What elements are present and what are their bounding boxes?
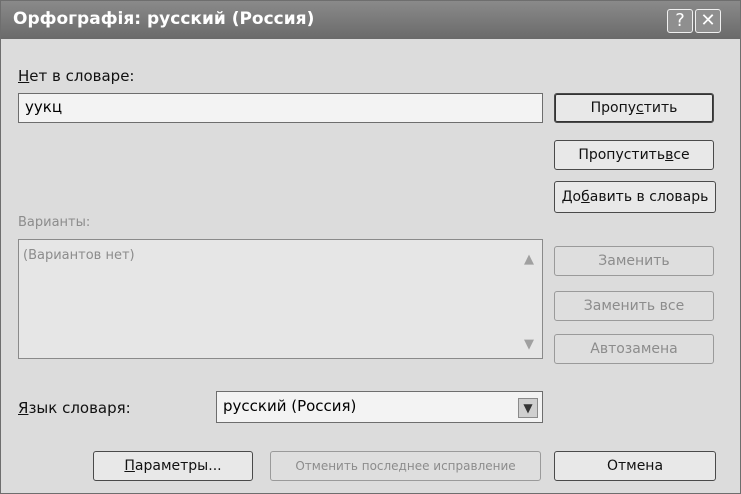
suggestions-label: Варианты: xyxy=(18,215,91,230)
skip-button[interactable]: Пропу с тить xyxy=(554,93,714,123)
language-label: Язык словаря: xyxy=(18,399,131,417)
chevron-down-icon[interactable]: ▼ xyxy=(518,398,538,418)
scroll-up-icon[interactable]: ▲ xyxy=(524,252,534,267)
dialog-title: Орфографія: русский (Россия) xyxy=(13,9,315,29)
replace-button[interactable]: Заменить xyxy=(554,246,714,276)
not-in-dictionary-label: Нет в словаре: xyxy=(18,67,135,85)
title-bar: Орфографія: русский (Россия) ? ✕ xyxy=(1,1,740,39)
language-value: русский (Россия) xyxy=(223,397,357,415)
help-icon[interactable]: ? xyxy=(667,9,693,33)
skip-all-button[interactable]: Пропустить в се xyxy=(554,140,714,170)
add-to-dictionary-button[interactable]: До б авить в словарь xyxy=(554,181,716,213)
undo-last-button[interactable]: Отменить последнее исправление xyxy=(270,451,541,481)
suggestions-empty-text: (Вариантов нет) xyxy=(23,248,135,263)
close-icon[interactable]: ✕ xyxy=(695,9,721,33)
cancel-button[interactable]: Отмена xyxy=(554,451,716,481)
spelling-dialog: Орфографія: русский (Россия) ? ✕ Нет в с… xyxy=(0,0,741,494)
suggestions-list[interactable]: (Вариантов нет) ▲ ▼ xyxy=(18,239,543,359)
options-button[interactable]: Параметры... xyxy=(93,451,253,481)
not-in-dictionary-field[interactable]: уукц xyxy=(18,93,543,123)
language-dropdown[interactable]: русский (Россия) ▼ xyxy=(216,391,543,423)
autocorrect-button[interactable]: Автозамена xyxy=(554,334,714,364)
replace-all-button[interactable]: Заменить все xyxy=(554,291,714,321)
scroll-down-icon[interactable]: ▼ xyxy=(524,337,534,352)
misspelled-word: уукц xyxy=(25,98,63,116)
